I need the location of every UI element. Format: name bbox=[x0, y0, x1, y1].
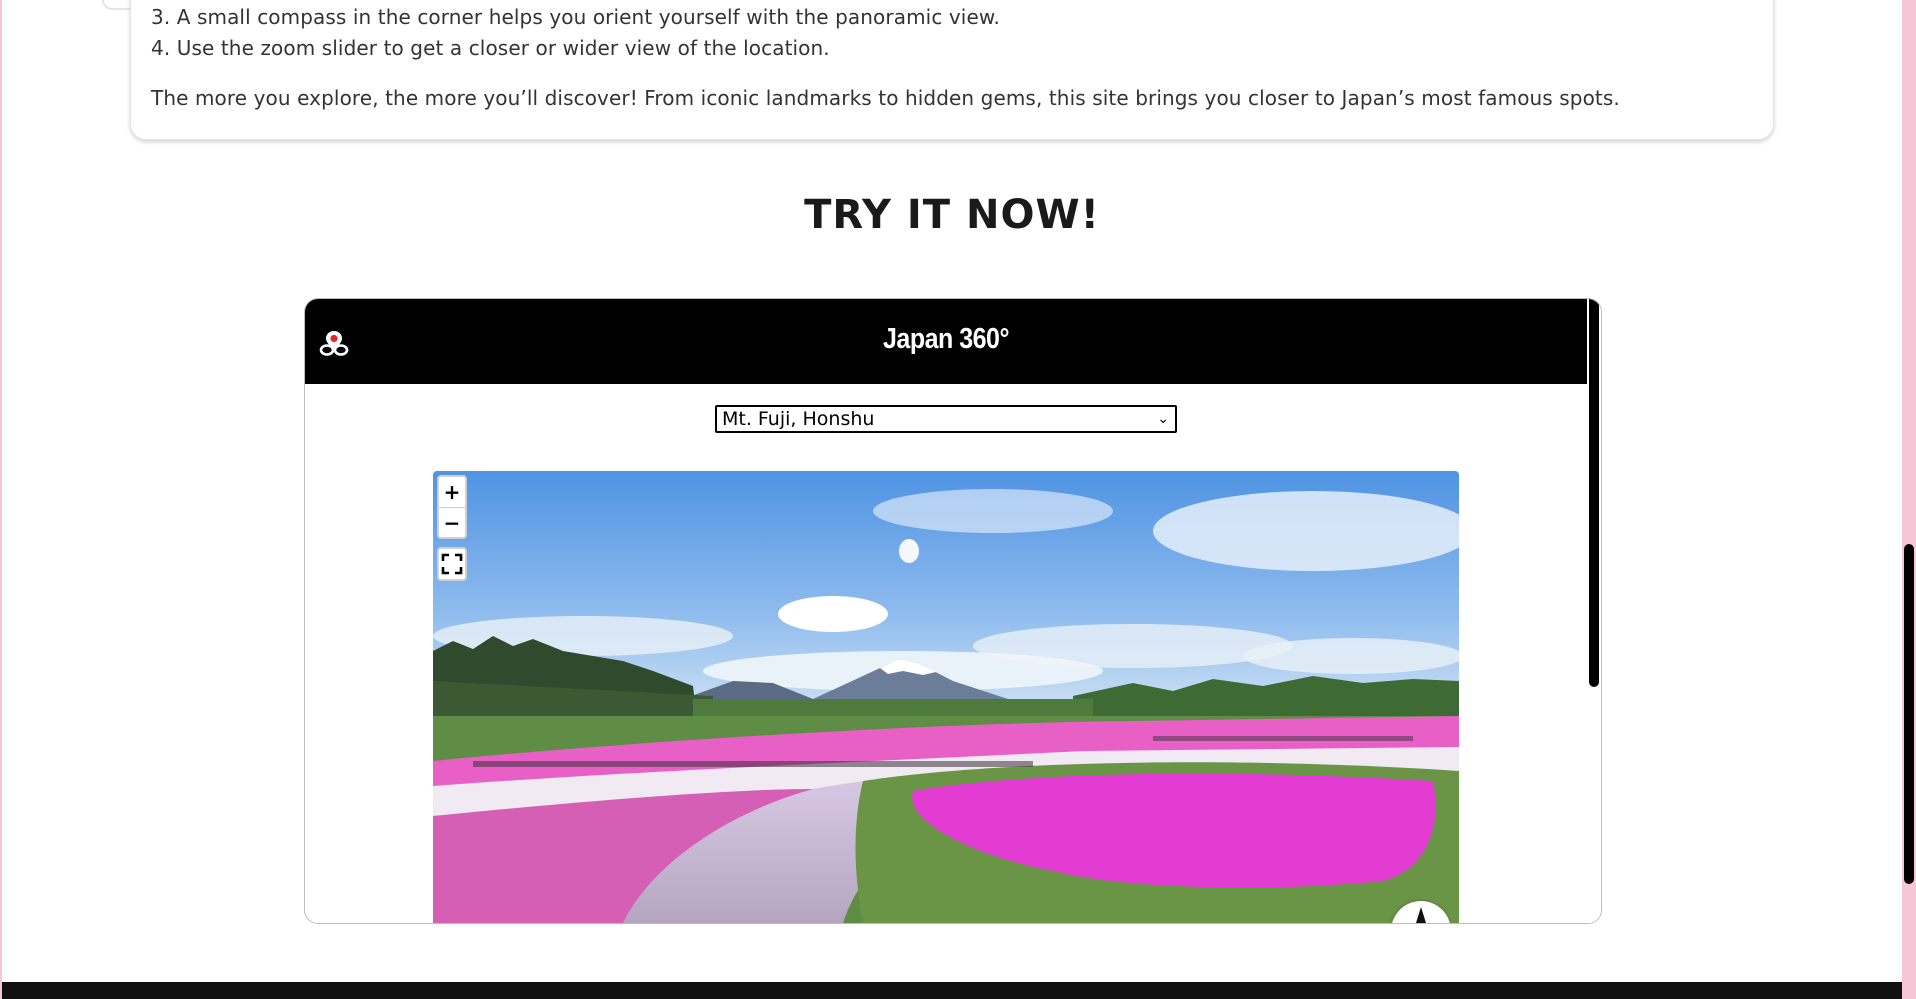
page-scrollbar[interactable] bbox=[1902, 0, 1916, 999]
location-select[interactable]: Mt. Fuji, Honshu ⌄ bbox=[715, 405, 1177, 433]
viewer-header: Japan 360° bbox=[305, 299, 1587, 384]
instruction-step-4: 4. Use the zoom slider to get a closer o… bbox=[151, 36, 830, 60]
panorama-viewer: Japan 360° Mt. Fuji, Honshu ⌄ + − bbox=[304, 298, 1602, 924]
fullscreen-button[interactable] bbox=[437, 547, 467, 581]
instruction-step-3: 3. A small compass in the corner helps y… bbox=[151, 5, 1000, 29]
footer-bar bbox=[2, 982, 1902, 999]
page: 3. A small compass in the corner helps y… bbox=[2, 0, 1902, 999]
zoom-out-button[interactable]: − bbox=[439, 508, 465, 538]
compass-icon bbox=[1416, 907, 1426, 923]
viewer-scrollbar[interactable] bbox=[1588, 299, 1600, 923]
fullscreen-icon bbox=[441, 553, 463, 575]
instructions-card: 3. A small compass in the corner helps y… bbox=[130, 0, 1774, 140]
zoom-in-button[interactable]: + bbox=[439, 477, 465, 508]
panorama-scene bbox=[433, 471, 1459, 923]
panorama-image[interactable]: + − bbox=[433, 471, 1459, 923]
instructions-paragraph: The more you explore, the more you’ll di… bbox=[151, 86, 1620, 110]
chevron-down-icon: ⌄ bbox=[1157, 411, 1169, 427]
viewer-scrollbar-thumb[interactable] bbox=[1589, 299, 1599, 687]
viewer-title: Japan 360° bbox=[883, 322, 1009, 356]
page-scrollbar-thumb[interactable] bbox=[1904, 544, 1914, 884]
zoom-control: + − bbox=[437, 475, 467, 539]
try-it-now-heading: TRY IT NOW! bbox=[804, 192, 1100, 238]
compass-button[interactable] bbox=[1391, 901, 1451, 923]
location-select-value: Mt. Fuji, Honshu bbox=[722, 408, 875, 430]
